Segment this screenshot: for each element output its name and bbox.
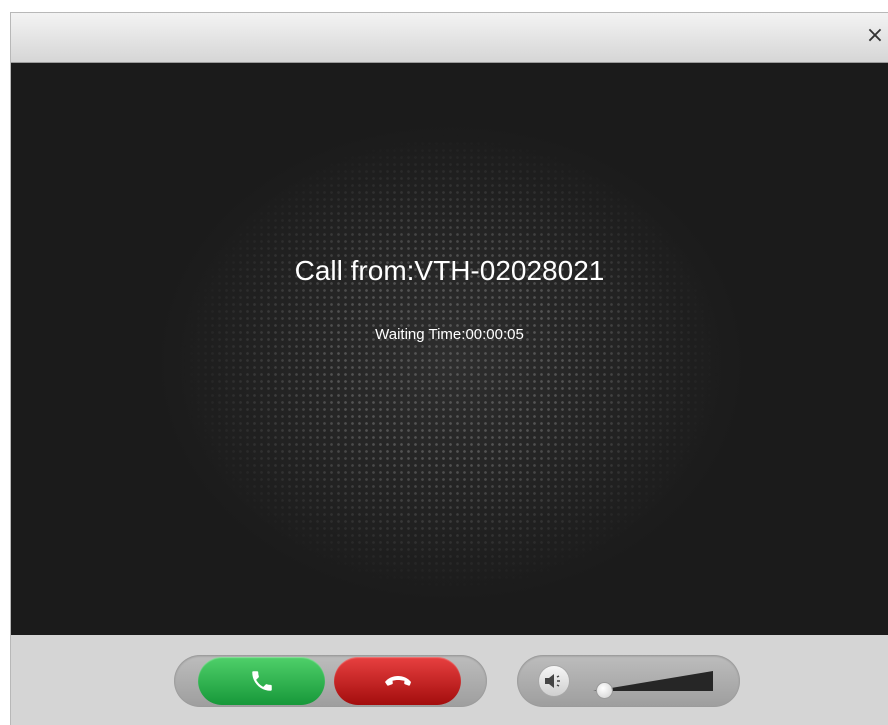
waiting-time-label: Waiting Time:00:00:05	[375, 326, 524, 343]
phone-answer-icon	[251, 671, 272, 691]
answer-button[interactable]	[198, 657, 325, 705]
title-bar: ×	[11, 13, 888, 63]
video-area: Call from:VTH-02028021 Waiting Time:00:0…	[11, 63, 888, 635]
volume-controls	[517, 655, 740, 707]
speaker-grille-pattern	[181, 133, 721, 593]
call-window: × Call from:VTH-02028021 Waiting Time:00…	[10, 12, 888, 725]
volume-slider-knob[interactable]	[597, 683, 612, 698]
speaker-icon	[545, 674, 560, 688]
speaker-button[interactable]	[539, 666, 569, 696]
close-button[interactable]: ×	[864, 25, 886, 47]
control-bar	[11, 635, 888, 725]
call-controls	[174, 655, 487, 707]
phone-hangup-icon	[384, 676, 411, 686]
hangup-button[interactable]	[334, 657, 461, 705]
caller-label: Call from:VTH-02028021	[294, 255, 605, 286]
